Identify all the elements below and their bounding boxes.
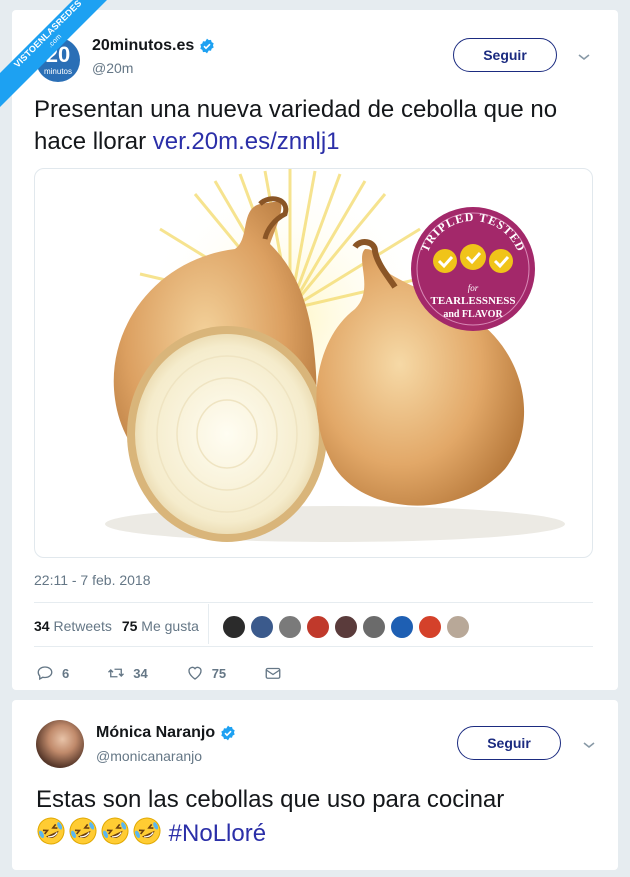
follow-button[interactable]: Seguir	[453, 38, 557, 72]
liker-avatar[interactable]	[222, 615, 246, 639]
likes-label: Me gusta	[141, 618, 199, 634]
divider	[34, 646, 593, 647]
tweet-text: Estas son las cebollas que uso para coci…	[36, 784, 606, 850]
author-name-row[interactable]: 20minutos.es	[92, 37, 215, 55]
retweets-stat[interactable]: 34 Retweets	[34, 618, 112, 634]
chevron-down-icon[interactable]	[582, 740, 596, 750]
likes-stat[interactable]: 75 Me gusta	[122, 618, 199, 634]
rolling-laughing-emoji-icon	[37, 817, 65, 845]
retweet-icon	[108, 668, 125, 678]
tweet-media-image[interactable]: TRIPLED TESTED for TEARLESSNESS and FLAV…	[34, 168, 593, 558]
tweet-card: 20 minutos 20minutos.es @20m Seguir Pres…	[12, 10, 618, 690]
envelope-icon	[265, 667, 281, 679]
tweet-body: Estas son las cebollas que uso para coci…	[36, 786, 505, 813]
laughing-emojis	[36, 816, 162, 846]
divider	[34, 602, 593, 603]
author-avatar[interactable]	[36, 720, 84, 768]
tweet-actions: 6 34 75	[36, 664, 328, 682]
author-name[interactable]: 20minutos.es	[92, 37, 194, 55]
likes-count: 75	[121, 618, 138, 634]
retweets-label: Retweets	[53, 618, 112, 634]
author-name-row[interactable]: Mónica Naranjo	[96, 724, 236, 742]
badge-line2: and FLAVOR	[443, 309, 503, 320]
stats-divider	[208, 604, 209, 644]
direct-message-button[interactable]	[264, 664, 290, 682]
retweet-count: 34	[133, 665, 148, 681]
liker-avatar[interactable]	[250, 615, 274, 639]
heart-icon	[188, 666, 202, 680]
rolling-laughing-emoji-icon	[133, 817, 161, 845]
rolling-laughing-emoji-icon	[69, 817, 97, 845]
tweet-timestamp[interactable]: 22:11 - 7 feb. 2018	[34, 572, 151, 588]
reply-count: 6	[62, 665, 70, 681]
retweets-count: 34	[34, 618, 50, 634]
engagement-stats: 34 Retweets 75 Me gusta	[34, 618, 199, 634]
like-button[interactable]: 75	[186, 664, 226, 682]
reply-button[interactable]: 6	[36, 664, 69, 682]
onions-photo: TRIPLED TESTED for TEARLESSNESS and FLAV…	[105, 169, 565, 542]
author-handle[interactable]: @monicanaranjo	[96, 748, 202, 764]
badge-line1: TEARLESSNESS	[431, 295, 516, 307]
tweet-card: Mónica Naranjo @monicanaranjo Seguir Est…	[12, 700, 618, 870]
author-handle[interactable]: @20m	[92, 60, 133, 76]
liker-avatar[interactable]	[446, 615, 470, 639]
avatar-word: minutos	[43, 67, 72, 76]
hashtag-link[interactable]: #NoLloré	[169, 820, 266, 847]
liker-avatar[interactable]	[418, 615, 442, 639]
verified-icon	[221, 725, 235, 741]
rolling-laughing-emoji-icon	[101, 817, 129, 845]
tweet-text: Presentan una nueva variedad de cebolla …	[34, 94, 594, 158]
page: VISTOENLASREDES .com 20 minutos 20minuto…	[0, 0, 630, 877]
verified-icon	[200, 38, 214, 54]
chevron-down-icon[interactable]	[577, 52, 591, 62]
like-count: 75	[211, 665, 227, 681]
tweet-link[interactable]: ver.20m.es/znnlj1	[153, 128, 340, 155]
author-name[interactable]: Mónica Naranjo	[96, 724, 215, 742]
badge-for: for	[468, 283, 479, 293]
liker-avatar[interactable]	[278, 615, 302, 639]
liker-avatar[interactable]	[306, 615, 330, 639]
liker-avatar[interactable]	[390, 615, 414, 639]
liker-avatar[interactable]	[334, 615, 358, 639]
likers-avatars	[222, 615, 470, 639]
reply-icon	[37, 666, 53, 681]
follow-button[interactable]: Seguir	[457, 726, 561, 760]
liker-avatar[interactable]	[362, 615, 386, 639]
retweet-button[interactable]: 34	[107, 664, 148, 682]
